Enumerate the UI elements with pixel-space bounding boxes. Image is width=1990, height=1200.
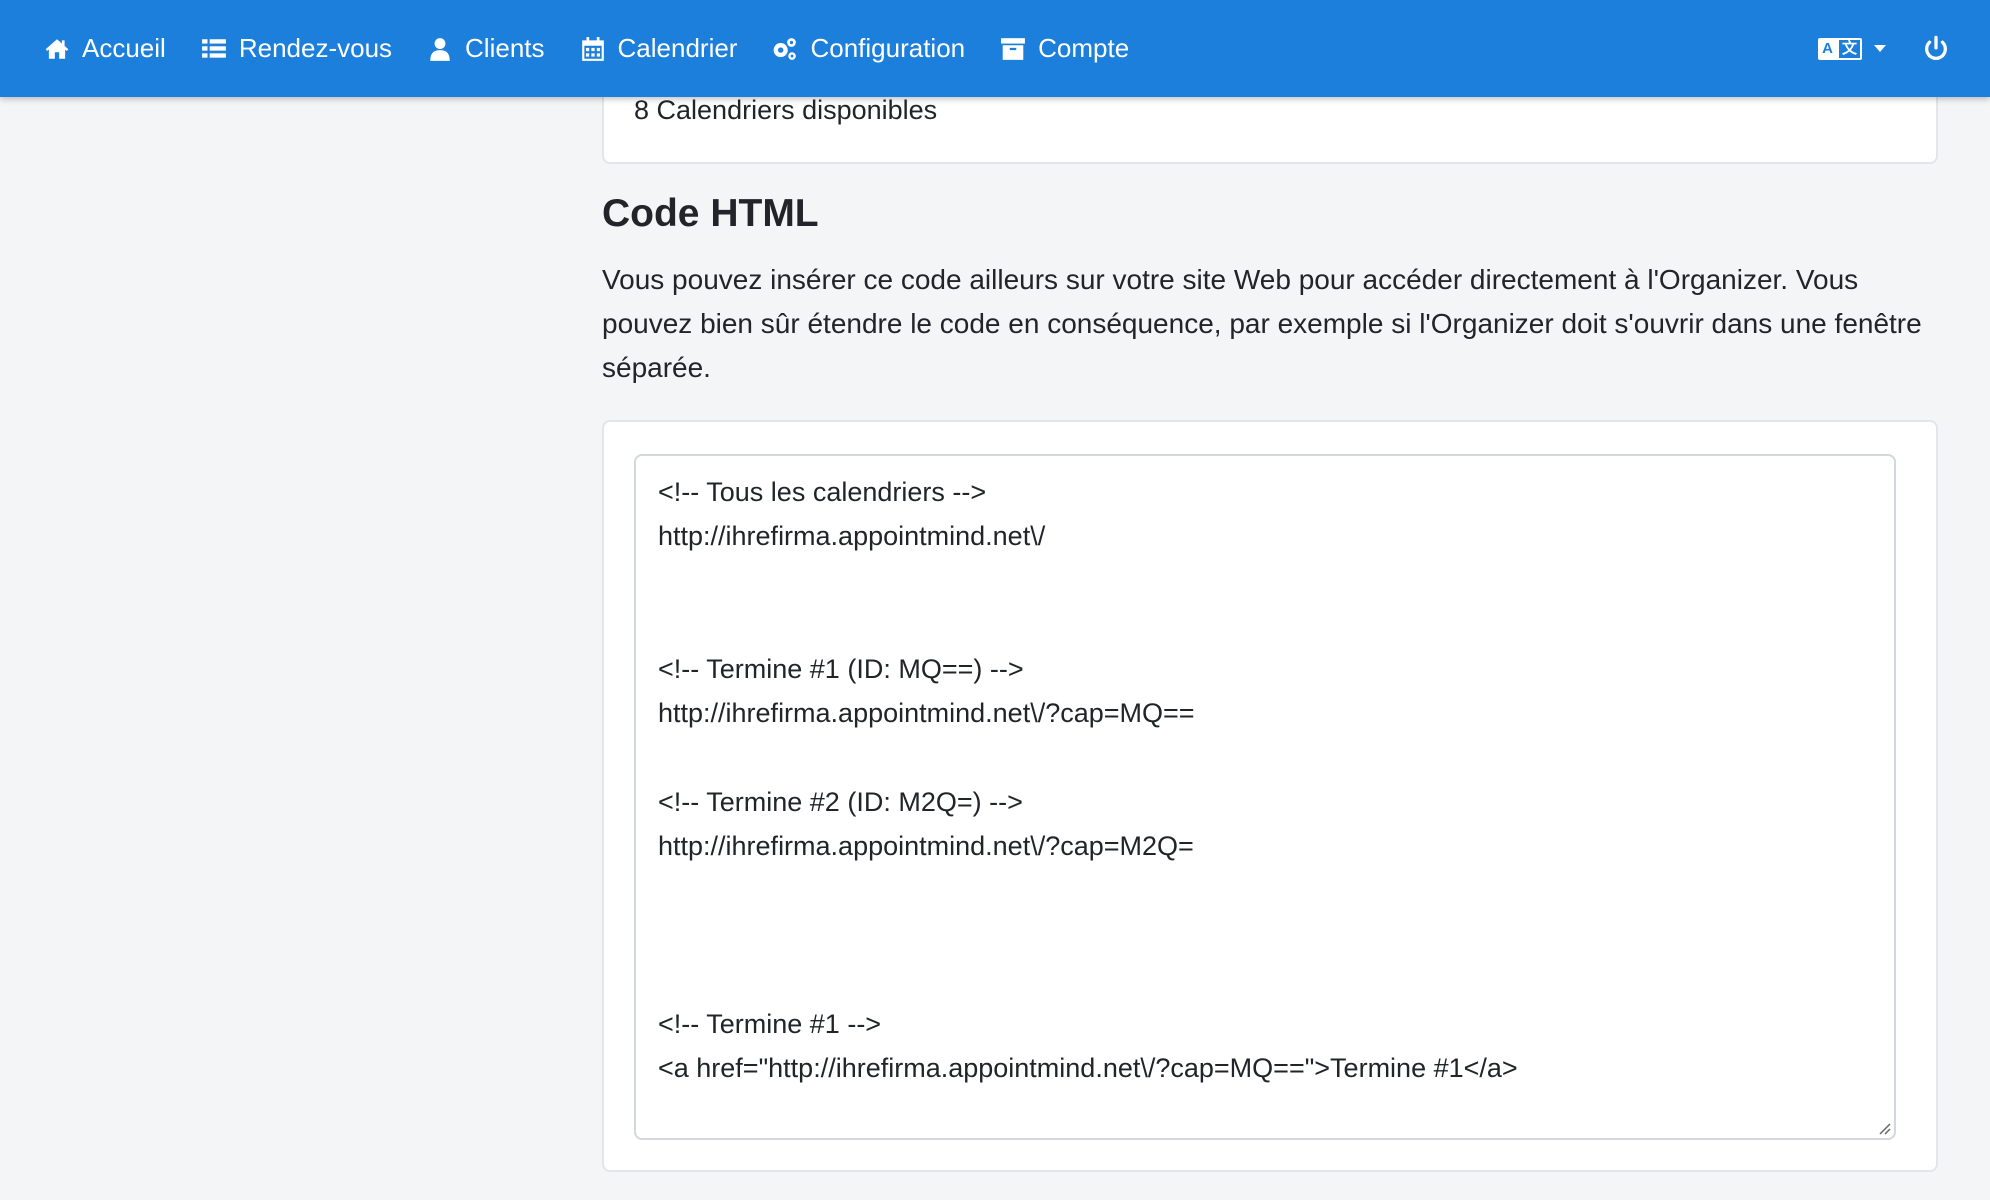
language-icon: A 文 xyxy=(1818,37,1862,60)
nav-item-rendez-vous[interactable]: Rendez-vous xyxy=(201,33,392,64)
nav-label-compte: Compte xyxy=(1038,33,1130,63)
nav-label-accueil: Accueil xyxy=(82,33,166,63)
nav-label-clients: Clients xyxy=(465,33,545,63)
calendars-count: 8 Calendriers disponibles xyxy=(634,95,938,125)
language-dropdown[interactable]: A 文 xyxy=(1818,37,1886,60)
archive-icon xyxy=(1001,37,1026,60)
nav-right: A 文 xyxy=(1818,35,1950,63)
calendar-icon xyxy=(581,36,604,61)
user-icon xyxy=(430,37,450,61)
home-icon xyxy=(45,38,69,59)
html-code-textarea[interactable]: <!-- Tous les calendriers --> http://ihr… xyxy=(634,454,1896,1140)
nav-item-accueil[interactable]: Accueil xyxy=(44,33,166,64)
nav-label-rendez-vous: Rendez-vous xyxy=(238,33,393,63)
resize-grip-icon[interactable] xyxy=(1875,1119,1891,1135)
caret-down-icon xyxy=(1874,45,1886,52)
list-icon xyxy=(201,38,226,58)
nav-item-configuration[interactable]: Configuration xyxy=(772,33,965,64)
gears-icon xyxy=(774,37,797,60)
section-title: Code HTML xyxy=(602,192,819,235)
power-icon xyxy=(1925,35,1947,60)
nav-item-compte[interactable]: Compte xyxy=(1000,33,1129,64)
html-code-content: <!-- Tous les calendriers --> http://ihr… xyxy=(658,477,1518,1083)
nav-label-calendrier: Calendrier xyxy=(617,33,738,63)
code-card: <!-- Tous les calendriers --> http://ihr… xyxy=(602,420,1938,1172)
nav-item-clients[interactable]: Clients xyxy=(427,33,545,64)
section-description: Vous pouvez insérer ce code ailleurs sur… xyxy=(602,264,1922,383)
logout-button[interactable] xyxy=(1922,35,1950,63)
nav-label-configuration: Configuration xyxy=(810,33,966,63)
nav-item-calendrier[interactable]: Calendrier xyxy=(580,33,738,64)
top-navbar: Accueil Rendez-vous Clients Calendrier C… xyxy=(0,0,1990,97)
